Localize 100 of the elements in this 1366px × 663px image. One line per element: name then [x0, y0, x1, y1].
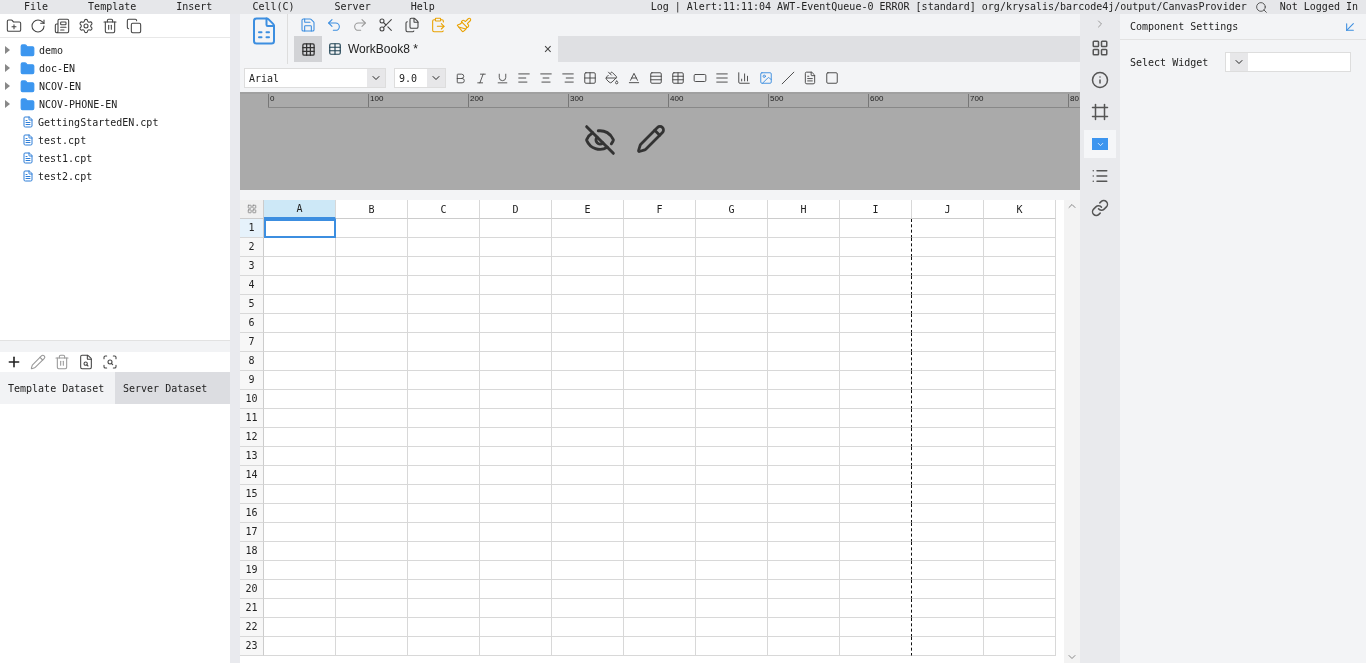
bold-icon[interactable]: [454, 71, 467, 85]
menu-item[interactable]: Server: [334, 0, 371, 14]
edit-icon[interactable]: [30, 354, 46, 370]
tree-folder[interactable]: NCOV-EN: [39, 80, 82, 92]
row-header[interactable]: 11: [240, 409, 264, 428]
row-header[interactable]: 6: [240, 314, 264, 333]
column-header[interactable]: C: [408, 200, 480, 219]
row-header[interactable]: 14: [240, 466, 264, 485]
table-cell[interactable]: [840, 371, 912, 390]
table-cell[interactable]: [840, 561, 912, 580]
column-header[interactable]: A: [264, 200, 336, 219]
document-tab[interactable]: WorkBook8 * ×: [322, 36, 558, 62]
row-header[interactable]: 8: [240, 352, 264, 371]
frame-icon[interactable]: [825, 71, 839, 85]
column-header[interactable]: G: [696, 200, 768, 219]
dataset-tab[interactable]: Template Dataset: [0, 372, 115, 404]
row-header[interactable]: 18: [240, 542, 264, 561]
image-icon[interactable]: [759, 71, 773, 85]
table-cell[interactable]: [840, 637, 912, 656]
settings-icon[interactable]: [78, 17, 94, 34]
column-header[interactable]: K: [984, 200, 1056, 219]
border-icon[interactable]: [583, 71, 597, 85]
align-center-icon[interactable]: [539, 71, 553, 85]
italic-icon[interactable]: [475, 71, 488, 85]
menu-item[interactable]: Insert: [176, 0, 213, 14]
table-cell[interactable]: [840, 352, 912, 371]
panel-button[interactable]: [1084, 130, 1116, 158]
refresh-icon[interactable]: [30, 17, 46, 34]
row-header[interactable]: 16: [240, 504, 264, 523]
column-header[interactable]: F: [624, 200, 696, 219]
row-header[interactable]: 4: [240, 276, 264, 295]
split-icon[interactable]: [671, 71, 685, 85]
column-header[interactable]: J: [912, 200, 984, 219]
tree-folder[interactable]: doc-EN: [39, 62, 76, 74]
dataset-tab[interactable]: Server Dataset: [115, 372, 230, 404]
row-header[interactable]: 7: [240, 333, 264, 352]
column-header[interactable]: H: [768, 200, 840, 219]
scrollbar[interactable]: [1064, 200, 1080, 663]
row-header[interactable]: 9: [240, 371, 264, 390]
brush-icon[interactable]: [456, 17, 472, 33]
table-cell[interactable]: [840, 504, 912, 523]
table-cell[interactable]: [840, 333, 912, 352]
table-cell[interactable]: [840, 219, 912, 238]
row-header[interactable]: 19: [240, 561, 264, 580]
expand-arrow-icon[interactable]: [5, 46, 10, 54]
row-header[interactable]: 1: [240, 219, 264, 238]
table-cell[interactable]: [840, 466, 912, 485]
fill-icon[interactable]: [605, 71, 619, 85]
size-field[interactable]: 9.0: [394, 68, 446, 88]
new-sheet-button[interactable]: [294, 36, 322, 62]
row-header[interactable]: 3: [240, 257, 264, 276]
tree-file[interactable]: test2.cpt: [38, 170, 93, 182]
font-field[interactable]: Arial: [244, 68, 386, 88]
table-cell[interactable]: [840, 542, 912, 561]
row-header[interactable]: 10: [240, 390, 264, 409]
row-header[interactable]: 23: [240, 637, 264, 656]
new-folder-icon[interactable]: [6, 17, 22, 34]
document-icon[interactable]: [54, 17, 70, 34]
row-header[interactable]: 5: [240, 295, 264, 314]
menu-item[interactable]: Cell(C): [252, 0, 295, 14]
sub-report-icon[interactable]: [803, 71, 817, 85]
pencil-icon[interactable]: [636, 124, 666, 154]
table-cell[interactable]: [840, 599, 912, 618]
row-header[interactable]: 17: [240, 523, 264, 542]
add-icon[interactable]: [6, 354, 22, 370]
menu-item[interactable]: Help: [410, 0, 435, 14]
widget-select[interactable]: [1225, 52, 1351, 72]
tree-file[interactable]: test1.cpt: [38, 152, 93, 164]
column-header[interactable]: I: [840, 200, 912, 219]
table-cell[interactable]: [840, 238, 912, 257]
row-header[interactable]: 20: [240, 580, 264, 599]
align-left-icon[interactable]: [517, 71, 531, 85]
table-cell[interactable]: [840, 485, 912, 504]
underline-icon[interactable]: [496, 71, 509, 85]
undo-icon[interactable]: [326, 17, 342, 33]
close-button[interactable]: ×: [543, 41, 552, 57]
menu-item[interactable]: File: [24, 0, 49, 14]
slash-icon[interactable]: [781, 71, 795, 85]
font-color-icon[interactable]: [627, 71, 641, 85]
eye-off-icon[interactable]: [584, 124, 616, 156]
align-right-icon[interactable]: [561, 71, 575, 85]
redo-icon[interactable]: [352, 17, 368, 33]
search-icon[interactable]: [1254, 0, 1268, 14]
tree-file[interactable]: GettingStartedEN.cpt: [38, 116, 159, 128]
table-cell[interactable]: [840, 390, 912, 409]
row-header[interactable]: 2: [240, 238, 264, 257]
table-cell[interactable]: [840, 276, 912, 295]
menu-item[interactable]: Template: [88, 0, 137, 14]
table-cell[interactable]: [840, 428, 912, 447]
splitter-handle[interactable]: [230, 14, 240, 663]
table-cell[interactable]: [840, 618, 912, 637]
expand-arrow-icon[interactable]: [5, 64, 10, 72]
save-icon[interactable]: [300, 17, 316, 33]
paste-icon[interactable]: [430, 17, 446, 33]
chart-icon[interactable]: [737, 71, 751, 85]
table-cell[interactable]: [840, 257, 912, 276]
column-header[interactable]: D: [480, 200, 552, 219]
table-cell[interactable]: [840, 409, 912, 428]
table-cell[interactable]: [840, 314, 912, 333]
copy-icon[interactable]: [126, 17, 142, 34]
